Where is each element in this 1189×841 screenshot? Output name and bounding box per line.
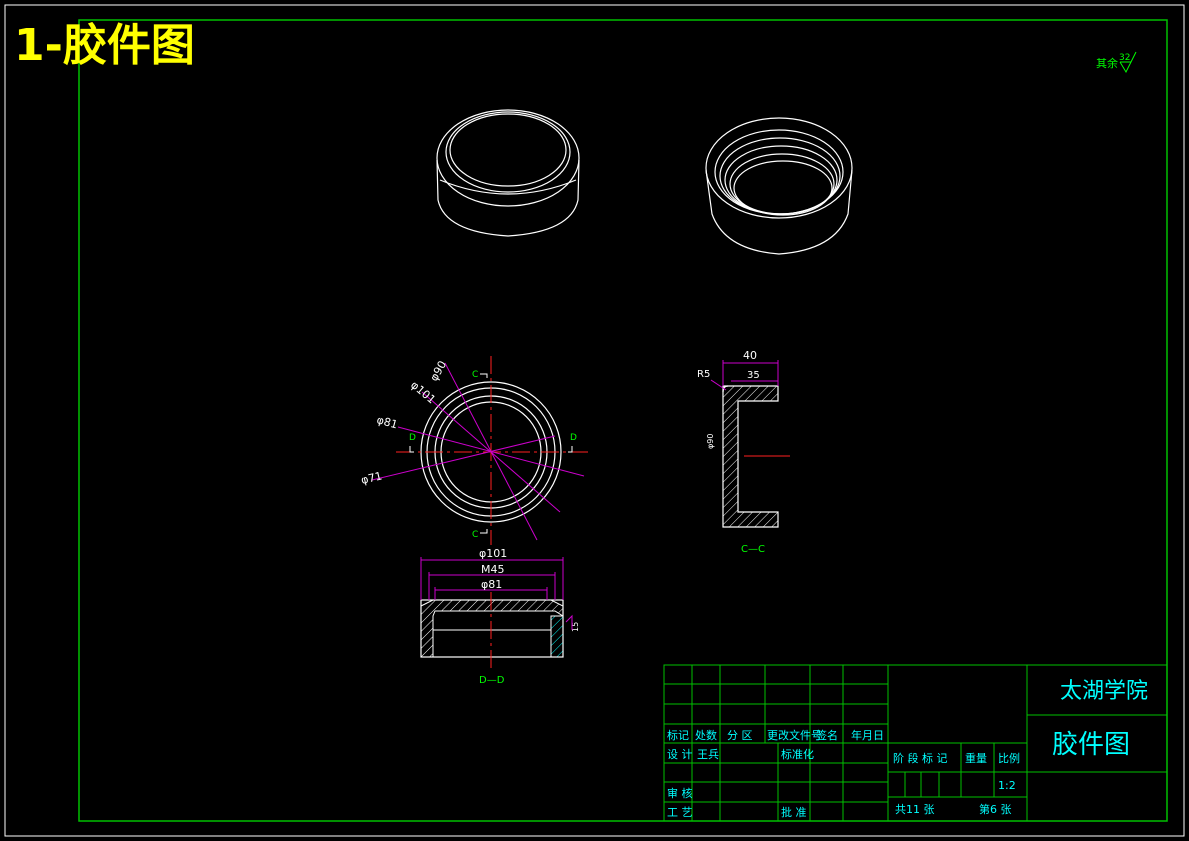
design-label: 设 计 — [667, 748, 693, 761]
cc-dim-35: 35 — [747, 370, 760, 381]
scale-value: 1:2 — [998, 779, 1016, 792]
stage-label: 阶 段 标 记 — [893, 751, 948, 765]
front-section-c-bottom: C — [472, 530, 478, 540]
rev-header-4: 签名 — [816, 728, 838, 742]
cc-dim-side: φ90 — [706, 434, 715, 449]
dd-section-label: D—D — [479, 675, 505, 686]
rev-header-3: 更改文件号 — [767, 728, 822, 742]
rev-header-1: 处数 — [695, 729, 717, 742]
drawing-name: 胶件图 — [1052, 730, 1130, 760]
drawing-svg: 1-胶件图 其余 32 φ90 φ101 φ81 φ71 C C D D 40 … — [4, 4, 1185, 837]
process-label: 工 艺 — [667, 806, 693, 819]
cc-section-label: C—C — [741, 544, 765, 555]
front-section-d-right: D — [570, 433, 577, 443]
front-section-c-top: C — [472, 370, 478, 380]
total-sheets: 共11 张 — [895, 803, 935, 816]
roughness-note: 其余 — [1096, 56, 1118, 70]
review-label: 审 核 — [667, 786, 693, 800]
weight-label: 重量 — [965, 751, 987, 765]
standard-label: 标准化 — [781, 747, 814, 761]
rev-header-5: 年月日 — [851, 728, 884, 742]
outer-sheet-border — [4, 4, 1185, 837]
front-dim-d71: φ71 — [360, 469, 384, 486]
scale-label: 比例 — [998, 751, 1020, 765]
cc-dim-40: 40 — [743, 349, 757, 362]
designer-name: 王兵 — [697, 748, 719, 761]
drawing-canvas: 1-胶件图 其余 32 φ90 φ101 φ81 φ71 C C D D 40 … — [0, 0, 1189, 841]
dd-dim-m45: M45 — [481, 563, 505, 576]
iso-view-plain — [436, 109, 580, 237]
front-dim-d90: φ90 — [427, 359, 449, 384]
school-name: 太湖学院 — [1060, 679, 1148, 704]
iso-view-threaded — [705, 117, 853, 255]
approve-label: 批 准 — [781, 805, 807, 819]
front-view: φ90 φ101 φ81 φ71 C C D D — [360, 356, 590, 545]
drawing-frame — [78, 19, 1168, 822]
dd-dim-d101: φ101 — [479, 547, 507, 560]
front-section-d-left: D — [409, 433, 416, 443]
front-dim-d81: φ81 — [375, 413, 399, 431]
rev-header-0: 标记 — [667, 728, 689, 742]
section-cc-view: 40 35 R5 φ90 C—C — [697, 349, 790, 555]
sheet-number: 第6 张 — [979, 802, 1012, 816]
sheet-title: 1-胶件图 — [14, 20, 195, 71]
section-dd-view: φ101 M45 φ81 15 D—D — [420, 547, 580, 686]
dd-dim-d81: φ81 — [481, 578, 502, 591]
rev-header-2: 分 区 — [727, 729, 753, 742]
cc-dim-r5: R5 — [697, 369, 710, 380]
